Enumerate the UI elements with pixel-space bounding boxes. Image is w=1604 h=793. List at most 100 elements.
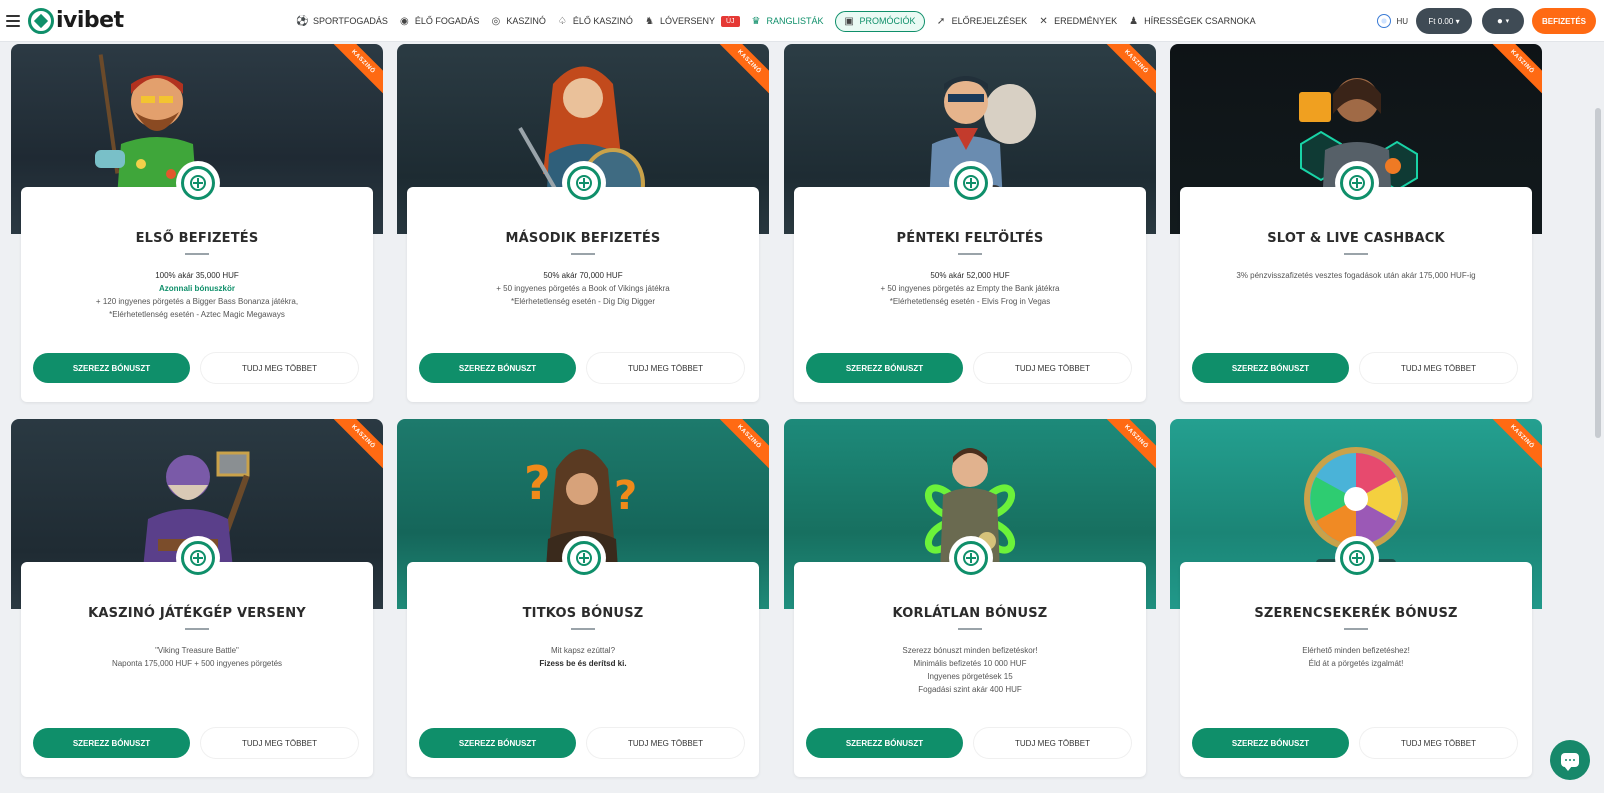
chat-button[interactable] [1550,740,1590,780]
nav-ranglistak[interactable]: ♛ RANGLISTÁK [751,16,824,27]
promo-card: KASZINÓ PÉNTEKI FELTÖLTÉS 50% akár 52,00… [784,44,1156,405]
desc-line: Minimális befizetés 10 000 HUF [913,659,1027,668]
get-bonus-button[interactable]: SZEREZZ BÓNUSZT [1192,353,1349,383]
promo-description: 50% akár 70,000 HUF + 50 ingyenes pörget… [419,269,747,308]
promo-card: KASZINÓ SZERENCSEKERÉK BÓNUSZ Elérhető m… [1170,419,1542,780]
logo-text: ivibet [56,8,124,33]
desc-line: Éld át a pörgetés izgalmát! [1308,659,1404,668]
promo-badge-icon [176,161,220,205]
promo-panel: MÁSODIK BEFIZETÉS 50% akár 70,000 HUF + … [407,161,759,402]
learn-more-button[interactable]: TUDJ MEG TÖBBET [587,353,744,383]
promo-panel: TITKOS BÓNUSZ Mit kapsz ezúttal? Fizess … [407,536,759,777]
new-badge: ÚJ [720,15,740,27]
nav-promociok[interactable]: ▣ PROMÓCIÓK [834,10,925,32]
promo-description: 100% akár 35,000 HUF Azonnali bónuszkör … [33,269,361,321]
nav-elo-kaszino[interactable]: ♤ ÉLŐ KASZINÓ [557,16,633,27]
nav-hiressegek-csarnoka[interactable]: ♟ HÍRESSÉGEK CSARNOKA [1128,16,1256,27]
chevron-down-icon: ▾ [1505,18,1510,25]
promo-title: SZERENCSEKERÉK BÓNUSZ [1254,606,1458,621]
results-icon: ✕ [1039,15,1048,27]
title-divider [185,628,209,630]
soccer-ball-icon: ⚽ [296,15,309,27]
nav-loverseny[interactable]: ♞ LÓVERSENY ÚJ [644,15,740,27]
promo-panel: SLOT & LIVE CASHBACK 3% pénzvisszafizeté… [1180,161,1532,402]
menu-icon[interactable] [6,14,20,27]
get-bonus-button[interactable]: SZEREZZ BÓNUSZT [806,728,963,758]
get-bonus-button[interactable]: SZEREZZ BÓNUSZT [1192,728,1349,758]
casino-ribbon: KASZINÓ [1100,44,1156,98]
get-bonus-button[interactable]: SZEREZZ BÓNUSZT [806,353,963,383]
nav-label: EREDMÉNYEK [1054,16,1118,26]
title-divider [571,628,595,630]
get-bonus-button[interactable]: SZEREZZ BÓNUSZT [33,728,190,758]
balance-dropdown[interactable]: Ft 0.00 ▾ [1416,8,1472,34]
title-divider [958,253,982,255]
casino-ribbon: KASZINÓ [713,419,769,473]
svg-text:?: ? [524,456,551,510]
learn-more-button[interactable]: TUDJ MEG TÖBBET [201,728,358,758]
nav-label: ÉLŐ KASZINÓ [572,16,633,26]
promo-card: KASZINÓ ELSŐ BEFIZETÉS 100% akár 35,000 … [11,44,383,405]
get-bonus-button[interactable]: SZEREZZ BÓNUSZT [33,353,190,383]
deposit-button[interactable]: BEFIZETÉS [1532,8,1596,34]
casino-ribbon: KASZINÓ [327,419,383,473]
promo-card: KASZINÓ MÁSODIK BEFIZETÉS 50% akár 70,00… [397,44,769,405]
desc-line: 50% akár 70,000 HUF [543,271,623,280]
learn-more-button[interactable]: TUDJ MEG TÖBBET [587,728,744,758]
promo-title: SLOT & LIVE CASHBACK [1267,231,1445,246]
promo-badge-icon [176,536,220,580]
learn-more-button[interactable]: TUDJ MEG TÖBBET [974,728,1131,758]
chat-icon [1561,753,1579,771]
desc-line: Mit kapsz ezúttal? [550,646,616,655]
top-header: ivibet ⚽ SPORTFOGADÁS ◉ ÉLŐ FOGADÁS ◎ KASZI… [0,0,1604,42]
desc-line: Szerezz bónuszt minden befizetéskor! [902,646,1038,655]
language-label: HU [1396,16,1408,26]
learn-more-button[interactable]: TUDJ MEG TÖBBET [1360,728,1517,758]
desc-line: "Viking Treasure Battle" [155,646,239,655]
nav-sportfogadas[interactable]: ⚽ SPORTFOGADÁS [296,15,388,27]
nav-label: LÓVERSENY [659,16,715,26]
casino-ribbon: KASZINÓ [713,44,769,98]
promo-panel: ELSŐ BEFIZETÉS 100% akár 35,000 HUF Azon… [21,161,373,402]
casino-ribbon: KASZINÓ [1486,419,1542,473]
promo-panel: PÉNTEKI FELTÖLTÉS 50% akár 52,000 HUF + … [794,161,1146,402]
promo-card: KASZINÓ KASZINÓ JÁTÉKGÉP VERSENY "Viking… [11,419,383,780]
get-bonus-button[interactable]: SZEREZZ BÓNUSZT [419,353,576,383]
title-divider [958,628,982,630]
desc-line: + 50 ingyenes pörgetés a Book of Vikings… [496,284,670,293]
promo-panel: KORLÁTLAN BÓNUSZ Szerezz bónuszt minden … [794,536,1146,777]
nav-elorejelzesek[interactable]: ➚ ELŐREJELZÉSEK [936,15,1027,27]
get-bonus-button[interactable]: SZEREZZ BÓNUSZT [419,728,576,758]
promo-badge-icon [1335,161,1379,205]
nav-kaszino[interactable]: ◎ KASZINÓ [490,16,546,27]
nav-label: HÍRESSÉGEK CSARNOKA [1144,16,1256,26]
desc-line: 3% pénzvisszafizetés vesztes fogadások u… [1236,271,1476,280]
header-actions: HU Ft 0.00 ▾ ● ▾ BEFIZETÉS [1377,0,1604,42]
promo-description: Elérhető minden befizetéshez! Éld át a p… [1192,644,1520,670]
promo-badge-icon [562,536,606,580]
title-divider [1344,253,1368,255]
gift-icon: ▣ [844,15,854,27]
learn-more-button[interactable]: TUDJ MEG TÖBBET [974,353,1131,383]
user-menu[interactable]: ● ▾ [1482,8,1524,34]
casino-ribbon: KASZINÓ [327,44,383,98]
promo-card: ? ? KASZINÓ TITKOS BÓNUSZ Mit kapsz ezút… [397,419,769,780]
cursor-icon: ➚ [936,15,946,27]
promo-badge-icon [949,161,993,205]
promo-badge-icon [562,161,606,205]
casino-ribbon: KASZINÓ [1486,44,1542,98]
language-selector[interactable]: HU [1377,14,1408,28]
promo-title: KORLÁTLAN BÓNUSZ [892,606,1048,621]
logo[interactable]: ivibet [28,7,124,34]
live-casino-icon: ♤ [557,15,567,27]
learn-more-button[interactable]: TUDJ MEG TÖBBET [201,353,358,383]
title-divider [571,253,595,255]
promo-card: KASZINÓ KORLÁTLAN BÓNUSZ Szerezz bónuszt… [784,419,1156,780]
desc-line: Fizess be és derítsd ki. [539,659,627,668]
nav-elo-fogadas[interactable]: ◉ ÉLŐ FOGADÁS [399,16,479,27]
page-scrollbar[interactable] [1595,108,1601,438]
promo-panel: KASZINÓ JÁTÉKGÉP VERSENY "Viking Treasur… [21,536,373,777]
nav-eredmenyek[interactable]: ✕ EREDMÉNYEK [1038,16,1117,27]
casino-ribbon: KASZINÓ [1100,419,1156,473]
learn-more-button[interactable]: TUDJ MEG TÖBBET [1360,353,1517,383]
